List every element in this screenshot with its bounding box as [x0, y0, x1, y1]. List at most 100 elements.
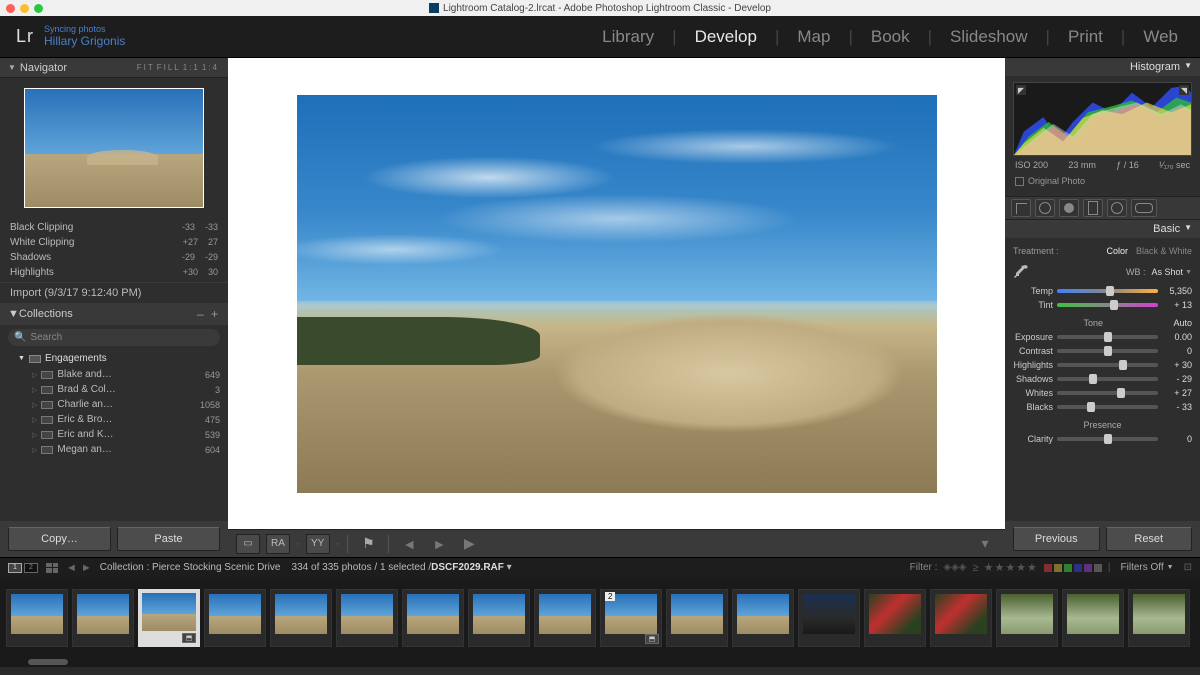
- adjustment-brush-icon[interactable]: [1131, 199, 1157, 217]
- identity-plate[interactable]: Hillary Grigonis: [44, 35, 125, 48]
- filmstrip-thumb[interactable]: [666, 589, 728, 647]
- disclosure-triangle-icon[interactable]: ▼: [18, 355, 25, 362]
- module-develop[interactable]: Develop: [689, 27, 763, 47]
- collection-set[interactable]: ▼ Engagements: [0, 350, 228, 367]
- checkbox-icon[interactable]: [1015, 177, 1024, 186]
- filmstrip-scrollbar[interactable]: [0, 659, 1200, 667]
- filmstrip-thumb[interactable]: ⬒: [138, 589, 200, 647]
- canvas-area[interactable]: [228, 58, 1005, 529]
- color-label-filter[interactable]: [1044, 564, 1102, 572]
- filmstrip-thumb[interactable]: [402, 589, 464, 647]
- collections-header[interactable]: ▼ Collections – +: [0, 303, 228, 325]
- module-print[interactable]: Print: [1062, 27, 1109, 47]
- slider-tint[interactable]: Tint+ 13: [1013, 298, 1192, 312]
- slider-temp[interactable]: Temp5,350: [1013, 284, 1192, 298]
- reset-button[interactable]: Reset: [1106, 527, 1193, 551]
- filmstrip-thumb[interactable]: [1062, 589, 1124, 647]
- wb-eyedropper-icon[interactable]: [1013, 264, 1029, 280]
- filmstrip-thumb[interactable]: [270, 589, 332, 647]
- history-step[interactable]: Shadows-29-29: [0, 250, 228, 265]
- collection-item[interactable]: ▷Megan an…604: [0, 442, 228, 457]
- before-after-ra-button[interactable]: RA: [266, 534, 290, 554]
- filmstrip-thumb[interactable]: [732, 589, 794, 647]
- minimize-window-icon[interactable]: [20, 4, 29, 13]
- navigator-preview[interactable]: [24, 88, 204, 208]
- filmstrip-thumb[interactable]: [72, 589, 134, 647]
- nav-zoom-fill[interactable]: FILL: [156, 63, 182, 72]
- history-step[interactable]: Highlights+3030: [0, 265, 228, 280]
- history-step[interactable]: White Clipping+2727: [0, 235, 228, 250]
- disclosure-triangle-icon[interactable]: ▼: [1184, 223, 1192, 235]
- collection-item[interactable]: ▷Blake and…649: [0, 367, 228, 382]
- flag-filter-icon[interactable]: ◈◈◈: [943, 562, 966, 573]
- before-after-yy-button[interactable]: YY: [306, 534, 330, 554]
- grid-view-icon[interactable]: [46, 563, 58, 573]
- treatment-color[interactable]: Color: [1106, 246, 1128, 256]
- slider-exposure[interactable]: Exposure0.00: [1013, 330, 1192, 344]
- filmstrip-thumb[interactable]: [996, 589, 1058, 647]
- paste-button[interactable]: Paste: [117, 527, 220, 551]
- maximize-window-icon[interactable]: [34, 4, 43, 13]
- secondary-display-toggle[interactable]: 12: [8, 563, 38, 573]
- slider-contrast[interactable]: Contrast0: [1013, 344, 1192, 358]
- slider-highlights[interactable]: Highlights+ 30: [1013, 358, 1192, 372]
- module-library[interactable]: Library: [596, 27, 660, 47]
- navigator-header[interactable]: ▼ Navigator FITFILL1:11:4: [0, 58, 228, 78]
- basic-panel-header[interactable]: Basic ▼: [1005, 220, 1200, 238]
- redeye-tool-icon[interactable]: [1059, 199, 1079, 217]
- histogram[interactable]: ◤ ◥: [1013, 82, 1192, 156]
- slider-whites[interactable]: Whites+ 27: [1013, 386, 1192, 400]
- auto-tone-button[interactable]: Auto: [1173, 318, 1192, 328]
- collection-item[interactable]: ▷Eric & Bro…475: [0, 412, 228, 427]
- filmstrip-thumb[interactable]: [6, 589, 68, 647]
- disclosure-triangle-icon[interactable]: ▼: [8, 308, 19, 320]
- filmstrip-source[interactable]: Collection : Pierce Stocking Scenic Driv…: [100, 562, 512, 573]
- wb-preset-dropdown[interactable]: As Shot▼: [1152, 267, 1192, 277]
- shadow-clipping-icon[interactable]: ◤: [1016, 85, 1026, 95]
- filter-lock-icon[interactable]: ⊡: [1184, 562, 1192, 573]
- collection-item[interactable]: ▷Brad & Col…3: [0, 382, 228, 397]
- collection-item[interactable]: ▷Charlie an…1058: [0, 397, 228, 412]
- play-slideshow-icon[interactable]: ▶: [457, 534, 481, 554]
- module-slideshow[interactable]: Slideshow: [944, 27, 1034, 47]
- collection-item[interactable]: ▷Eric and K…539: [0, 427, 228, 442]
- disclosure-triangle-icon[interactable]: ▼: [8, 63, 16, 72]
- collections-search[interactable]: 🔍 Search: [8, 329, 220, 346]
- previous-button[interactable]: Previous: [1013, 527, 1100, 551]
- histogram-header[interactable]: Histogram ▼: [1005, 58, 1200, 76]
- close-window-icon[interactable]: [6, 4, 15, 13]
- collections-plus-icon[interactable]: +: [211, 307, 220, 321]
- filmstrip-thumb[interactable]: [1128, 589, 1190, 647]
- filters-off-dropdown[interactable]: Filters Off▼: [1117, 562, 1178, 573]
- history-import-step[interactable]: Import (9/3/17 9:12:40 PM): [0, 282, 228, 303]
- filmstrip[interactable]: ⬒ ⬒2: [0, 577, 1200, 659]
- flag-icon[interactable]: ⚑: [356, 534, 380, 554]
- graduated-filter-icon[interactable]: [1083, 199, 1103, 217]
- filmstrip-thumb[interactable]: [930, 589, 992, 647]
- slider-blacks[interactable]: Blacks- 33: [1013, 400, 1192, 414]
- filmstrip-thumb[interactable]: [336, 589, 398, 647]
- module-book[interactable]: Book: [865, 27, 916, 47]
- radial-filter-icon[interactable]: [1107, 199, 1127, 217]
- filmstrip-thumb[interactable]: [864, 589, 926, 647]
- next-photo-icon[interactable]: ►: [427, 534, 451, 554]
- slider-clarity[interactable]: Clarity0: [1013, 432, 1192, 446]
- nav-zoom-fit[interactable]: FIT: [136, 63, 156, 72]
- disclosure-triangle-icon[interactable]: ▼: [1184, 61, 1192, 73]
- loupe-view-icon[interactable]: ▭: [236, 534, 260, 554]
- treatment-bw[interactable]: Black & White: [1136, 246, 1192, 256]
- filmstrip-thumb[interactable]: [468, 589, 530, 647]
- main-photo[interactable]: [297, 95, 937, 493]
- spot-removal-tool-icon[interactable]: [1035, 199, 1055, 217]
- filmstrip-thumb[interactable]: ⬒2: [600, 589, 662, 647]
- collections-minus-icon[interactable]: –: [197, 307, 206, 321]
- rating-filter[interactable]: ≥ ★★★★★: [973, 561, 1038, 574]
- crop-tool-icon[interactable]: [1011, 199, 1031, 217]
- prev-photo-icon[interactable]: ◄: [397, 534, 421, 554]
- nav-zoom-1:1[interactable]: 1:1: [182, 63, 201, 72]
- slider-shadows[interactable]: Shadows- 29: [1013, 372, 1192, 386]
- toolbar-options-icon[interactable]: ▾: [973, 534, 997, 554]
- filmstrip-thumb[interactable]: [204, 589, 266, 647]
- nav-zoom-1:4[interactable]: 1:4: [201, 63, 220, 72]
- module-map[interactable]: Map: [791, 27, 836, 47]
